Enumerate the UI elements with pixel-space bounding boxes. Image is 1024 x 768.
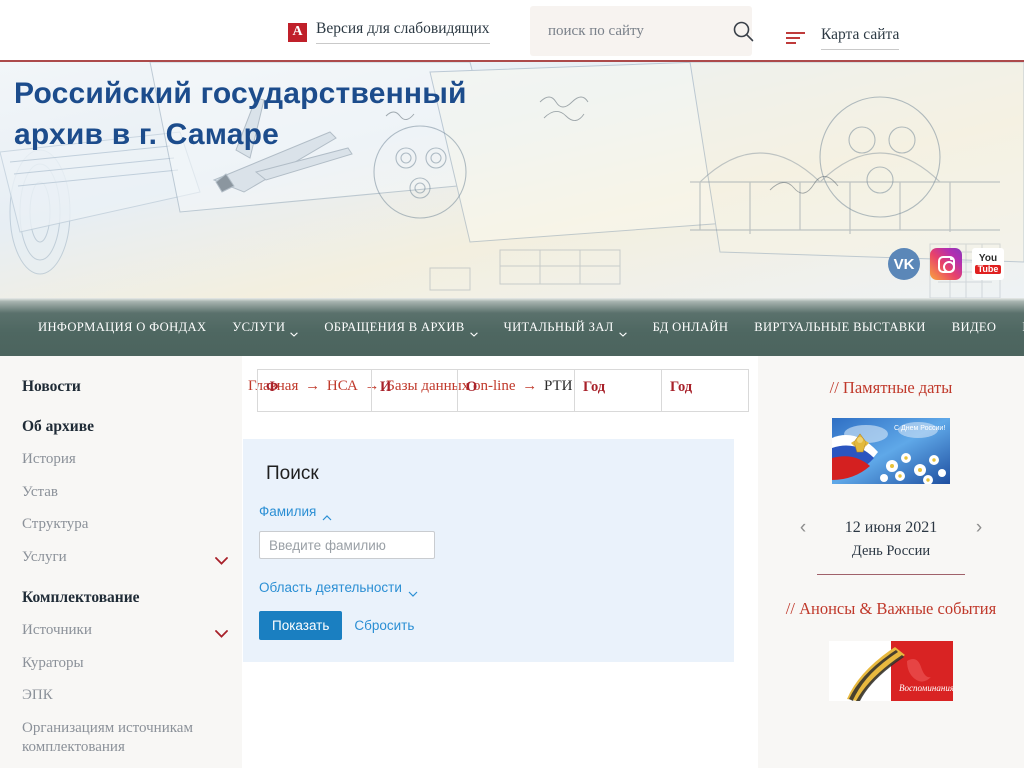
left-sidebar: Новости Об архиве История Устав Структур… — [0, 356, 242, 768]
search-panel-title: Поиск — [266, 463, 319, 484]
memorable-dates-title: // Памятные даты — [829, 378, 953, 397]
vk-icon[interactable]: VK — [888, 248, 920, 280]
sidebar-item-charter[interactable]: Устав — [22, 483, 228, 503]
prev-date-button[interactable]: ‹ — [794, 518, 812, 537]
surname-field-label: Фамилия — [259, 504, 317, 519]
main-navigation: ИНФОРМАЦИЯ О ФОНДАХ УСЛУГИ ОБРАЩЕНИЯ В А… — [0, 298, 1024, 356]
sidebar-item-source-organizations[interactable]: Организациям источникам комплектования — [22, 719, 228, 758]
nav-label: БД ОНЛАЙН — [652, 319, 729, 334]
search-panel: Поиск Фамилия Область деятельности Показ… — [243, 439, 734, 662]
sidebar-link-label: Организациям источникам комплектования — [22, 719, 193, 756]
main-content: Новости Об архиве История Устав Структур… — [0, 356, 1024, 768]
nav-label: ЧИТАЛЬНЫЙ ЗАЛ — [503, 319, 614, 334]
chevron-down-icon — [290, 326, 299, 337]
sidebar-link-label: ЭПК — [22, 687, 53, 703]
nav-label: ВИРТУАЛЬНЫЕ ВЫСТАВКИ — [754, 319, 926, 334]
sidebar-item-acquisition[interactable]: Комплектование — [22, 589, 228, 607]
top-header: А Версия для слабовидящих Карта сайта — [0, 0, 1024, 62]
page-title: Российский государственный архив в г. Са… — [14, 77, 467, 151]
nav-item-requests[interactable]: ОБРАЩЕНИЯ В АРХИВ — [324, 319, 478, 337]
table-header-year-to[interactable]: Год — [661, 369, 749, 412]
social-links: VK You Tube — [888, 248, 1004, 280]
activity-field-label: Область деятельности — [259, 580, 402, 595]
memorable-date-value: 12 июня 2021 — [844, 518, 938, 536]
sidebar-item-history[interactable]: История — [22, 450, 228, 470]
youtube-label-bottom: Tube — [974, 265, 1002, 274]
activity-field-toggle[interactable]: Область деятельности — [259, 580, 418, 597]
nav-item-services[interactable]: УСЛУГИ — [232, 319, 299, 337]
instagram-icon[interactable] — [930, 248, 962, 280]
reset-button[interactable]: Сбросить — [354, 618, 414, 633]
nav-label: ВИДЕО — [951, 319, 997, 334]
sidebar-item-structure[interactable]: Структура — [22, 515, 228, 535]
surname-input[interactable] — [259, 531, 435, 559]
sidebar-item-services[interactable]: Услуги — [22, 548, 228, 568]
sidebar-link-label: Структура — [22, 516, 89, 532]
chevron-down-icon — [408, 585, 418, 597]
announcement-image[interactable]: Воспоминания — [829, 641, 953, 701]
nav-item-funds[interactable]: ИНФОРМАЦИЯ О ФОНДАХ — [38, 320, 206, 335]
sidebar-item-about[interactable]: Об архиве — [22, 418, 228, 436]
site-banner: Российский государственный архив в г. Са… — [0, 62, 1024, 298]
nav-item-reading-room[interactable]: ЧИТАЛЬНЫЙ ЗАЛ — [503, 319, 627, 337]
center-column: Главная → НСА → Базы данных on-line → РТ… — [242, 356, 758, 768]
table-header-patronymic[interactable]: О — [457, 369, 575, 412]
sitemap-link[interactable]: Карта сайта — [786, 26, 900, 50]
table-header-firstname[interactable]: И — [371, 369, 458, 412]
table-header-row: Ф И О Год Год — [257, 369, 749, 412]
search-input[interactable] — [548, 22, 732, 40]
search-actions: Показать Сбросить — [259, 611, 734, 640]
sidebar-item-news[interactable]: Новости — [22, 378, 228, 396]
table-header-year-from[interactable]: Год — [574, 369, 662, 412]
nav-item-db-online[interactable]: БД ОНЛАЙН — [653, 320, 729, 335]
accessibility-version-link[interactable]: А Версия для слабовидящих — [288, 20, 490, 44]
memorable-date-image[interactable]: С Днем России! — [832, 418, 950, 484]
chevron-up-icon — [322, 509, 332, 520]
sidebar-link-label: История — [22, 451, 76, 467]
youtube-icon[interactable]: You Tube — [972, 248, 1004, 280]
sidebar-link-label: Устав — [22, 483, 58, 500]
show-button[interactable]: Показать — [259, 611, 343, 640]
nav-item-virtual-exhibitions[interactable]: ВИРТУАЛЬНЫЕ ВЫСТАВКИ — [754, 320, 925, 335]
sidebar-heading-label: Об архиве — [22, 418, 94, 435]
sidebar-link-label: Источники — [22, 622, 92, 638]
sidebar-item-curators[interactable]: Кураторы — [22, 654, 228, 674]
sidebar-heading-label: Новости — [22, 378, 81, 395]
nav-label: УСЛУГИ — [232, 319, 286, 334]
svg-text:Воспоминания: Воспоминания — [899, 683, 953, 693]
chevron-down-icon[interactable] — [215, 625, 228, 638]
announcements-title: // Анонсы & Важные события — [785, 599, 997, 618]
surname-field-toggle[interactable]: Фамилия — [259, 504, 332, 520]
memorable-date-event: День России — [851, 543, 931, 559]
table-header-surname[interactable]: Ф — [257, 369, 372, 412]
sidebar-link-label: Услуги — [22, 548, 67, 565]
next-date-button[interactable]: › — [970, 518, 988, 537]
nav-label: ИНФОРМАЦИЯ О ФОНДАХ — [38, 319, 207, 334]
nav-label: ОБРАЩЕНИЯ В АРХИВ — [324, 319, 465, 334]
youtube-label-top: You — [978, 253, 998, 264]
accessibility-icon: А — [288, 22, 307, 42]
nav-item-video[interactable]: ВИДЕО — [952, 320, 997, 335]
chevron-down-icon — [618, 326, 627, 337]
chevron-down-icon[interactable] — [215, 552, 228, 565]
sidebar-heading-label: Комплектование — [22, 589, 140, 606]
sidebar-item-epk[interactable]: ЭПК — [22, 686, 228, 706]
search-icon[interactable] — [732, 20, 754, 42]
section-divider — [817, 574, 965, 575]
svg-text:С Днем России!: С Днем России! — [894, 425, 945, 432]
sidebar-item-sources[interactable]: Источники — [22, 621, 228, 641]
results-table: Ф И О Год Год — [257, 369, 749, 412]
accessibility-label: Версия для слабовидящих — [316, 20, 490, 44]
sitemap-label: Карта сайта — [821, 26, 900, 50]
memorable-dates-nav: ‹ 12 июня 2021 › — [772, 518, 1010, 537]
menu-lines-icon — [786, 32, 805, 44]
chevron-down-icon — [469, 326, 478, 337]
sidebar-link-label: Кураторы — [22, 654, 84, 671]
site-search-box[interactable] — [530, 6, 754, 56]
right-sidebar: // Памятные даты С Днем России! ‹ 12 июн… — [758, 356, 1024, 768]
